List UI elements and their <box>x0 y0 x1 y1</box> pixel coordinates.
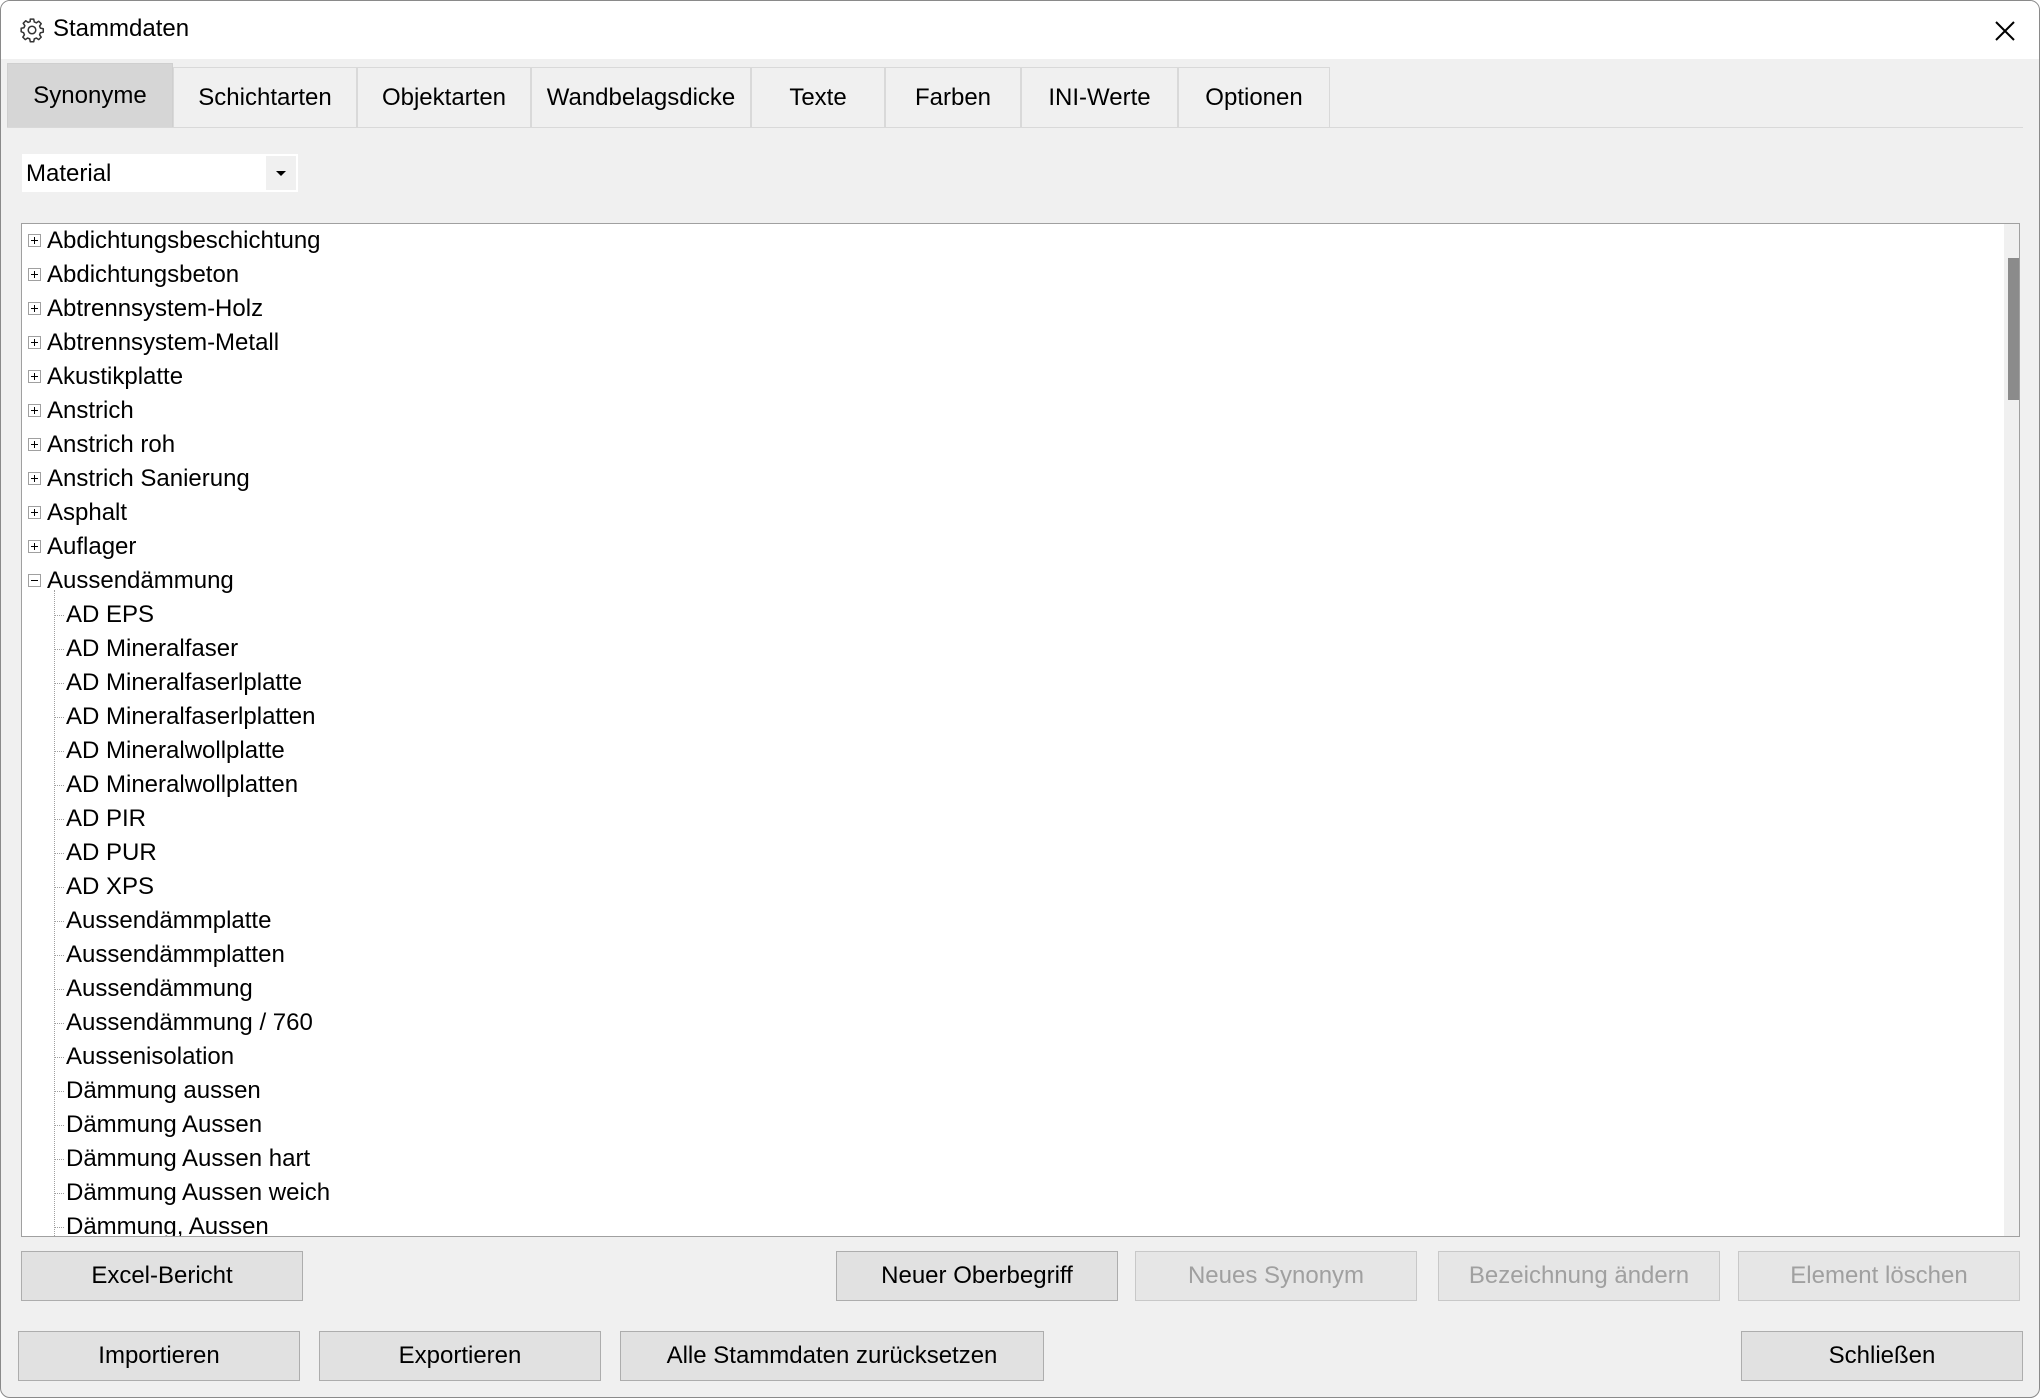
stammdaten-dialog: Stammdaten Synonyme Schichtarten Objekta… <box>0 0 2040 1398</box>
tab-wandbelagsdicke[interactable]: Wandbelagsdicke <box>531 67 751 127</box>
tree-connector <box>55 955 64 956</box>
tree-connector <box>55 1091 64 1092</box>
tab-objektarten[interactable]: Objektarten <box>357 67 531 127</box>
tree-item[interactable]: Abtrennsystem-Holz <box>47 292 263 326</box>
expand-icon[interactable] <box>28 438 41 451</box>
tree-child-item[interactable]: Aussendämmung / 760 <box>66 1006 313 1040</box>
chevron-down-icon <box>276 171 286 176</box>
tree-item[interactable]: Asphalt <box>47 496 127 530</box>
tree-connector <box>55 1159 64 1160</box>
gear-icon <box>20 18 45 43</box>
close-icon[interactable] <box>1985 11 2025 51</box>
expand-icon[interactable] <box>28 302 41 315</box>
title-bar: Stammdaten <box>1 1 2039 59</box>
tree-item[interactable]: Auflager <box>47 530 136 564</box>
collapse-icon[interactable] <box>28 574 41 587</box>
tree-child-item[interactable]: Aussendämmplatte <box>66 904 271 938</box>
window-title: Stammdaten <box>53 15 190 42</box>
tab-optionen[interactable]: Optionen <box>1178 67 1330 127</box>
tree-connector-line <box>54 590 55 1236</box>
tab-ini-werte[interactable]: INI-Werte <box>1021 67 1178 127</box>
close-button[interactable]: Schließen <box>1741 1331 2023 1381</box>
tab-farben[interactable]: Farben <box>885 67 1021 127</box>
tree-connector <box>55 1023 64 1024</box>
excel-report-button[interactable]: Excel-Bericht <box>21 1251 303 1301</box>
tree-child-item[interactable]: AD Mineralfaserlplatte <box>66 666 302 700</box>
expand-icon[interactable] <box>28 540 41 553</box>
tree-child-item[interactable]: Dämmung Aussen hart <box>66 1142 310 1176</box>
new-synonym-button[interactable]: Neues Synonym <box>1135 1251 1417 1301</box>
tree-connector <box>55 683 64 684</box>
expand-icon[interactable] <box>28 370 41 383</box>
synonym-tree[interactable]: Abdichtungsbeschichtung Abdichtungsbeton… <box>21 223 2020 1237</box>
expand-icon[interactable] <box>28 506 41 519</box>
expand-icon[interactable] <box>28 404 41 417</box>
tree-child-item[interactable]: Aussendämmung <box>66 972 253 1006</box>
tree-item[interactable]: Abdichtungsbeschichtung <box>47 224 321 258</box>
dropdown-button[interactable] <box>266 156 296 190</box>
expand-icon[interactable] <box>28 472 41 485</box>
tree-item[interactable]: Anstrich <box>47 394 134 428</box>
tree-connector <box>55 1193 64 1194</box>
category-select[interactable]: Material <box>21 153 299 193</box>
tree-connector <box>55 887 64 888</box>
tree-connector <box>55 989 64 990</box>
tab-texte[interactable]: Texte <box>751 67 885 127</box>
tree-item[interactable]: Abdichtungsbeton <box>47 258 239 292</box>
tree-child-item[interactable]: AD Mineralfaserlplatten <box>66 700 315 734</box>
delete-element-button[interactable]: Element löschen <box>1738 1251 2020 1301</box>
tree-child-item[interactable]: AD Mineralwollplatte <box>66 734 285 768</box>
tree-connector <box>55 649 64 650</box>
tree-child-item[interactable]: Aussendämmplatten <box>66 938 285 972</box>
tree-child-item[interactable]: AD XPS <box>66 870 154 904</box>
tree-item[interactable]: Abtrennsystem-Metall <box>47 326 279 360</box>
import-button[interactable]: Importieren <box>18 1331 300 1381</box>
tree-connector <box>55 717 64 718</box>
tree-connector <box>55 921 64 922</box>
tree-connector <box>55 615 64 616</box>
export-button[interactable]: Exportieren <box>319 1331 601 1381</box>
tree-connector <box>55 853 64 854</box>
tree-child-item[interactable]: AD Mineralfaser <box>66 632 238 666</box>
tree-connector <box>55 1227 64 1228</box>
expand-icon[interactable] <box>28 268 41 281</box>
category-select-value: Material <box>26 160 112 187</box>
tree-child-item[interactable]: Dämmung, Aussen <box>66 1210 269 1236</box>
vertical-scrollbar[interactable] <box>2004 224 2019 1236</box>
tree-child-item[interactable]: AD PIR <box>66 802 146 836</box>
new-term-button[interactable]: Neuer Oberbegriff <box>836 1251 1118 1301</box>
tree-item[interactable]: Anstrich roh <box>47 428 175 462</box>
tree-connector <box>55 751 64 752</box>
tab-divider <box>7 127 2023 128</box>
tab-synonyme[interactable]: Synonyme <box>7 63 173 127</box>
tree-connector <box>55 785 64 786</box>
tab-schichtarten[interactable]: Schichtarten <box>173 67 357 127</box>
tree-child-item[interactable]: Dämmung aussen <box>66 1074 261 1108</box>
tree-item[interactable]: Anstrich Sanierung <box>47 462 250 496</box>
tree-child-item[interactable]: Dämmung Aussen <box>66 1108 262 1142</box>
tree-connector <box>55 1057 64 1058</box>
reset-all-button[interactable]: Alle Stammdaten zurücksetzen <box>620 1331 1044 1381</box>
tree-connector <box>55 819 64 820</box>
tree-item-expanded[interactable]: Aussendämmung <box>47 564 234 598</box>
tree-connector <box>55 1125 64 1126</box>
tree-item[interactable]: Akustikplatte <box>47 360 183 394</box>
expand-icon[interactable] <box>28 336 41 349</box>
tree-child-item[interactable]: AD Mineralwollplatten <box>66 768 298 802</box>
tree-child-item[interactable]: Aussenisolation <box>66 1040 234 1074</box>
tree-child-item[interactable]: AD PUR <box>66 836 157 870</box>
scrollbar-thumb[interactable] <box>2008 258 2019 400</box>
rename-button[interactable]: Bezeichnung ändern <box>1438 1251 1720 1301</box>
tree-child-item[interactable]: AD EPS <box>66 598 154 632</box>
tree-child-item[interactable]: Dämmung Aussen weich <box>66 1176 330 1210</box>
expand-icon[interactable] <box>28 234 41 247</box>
